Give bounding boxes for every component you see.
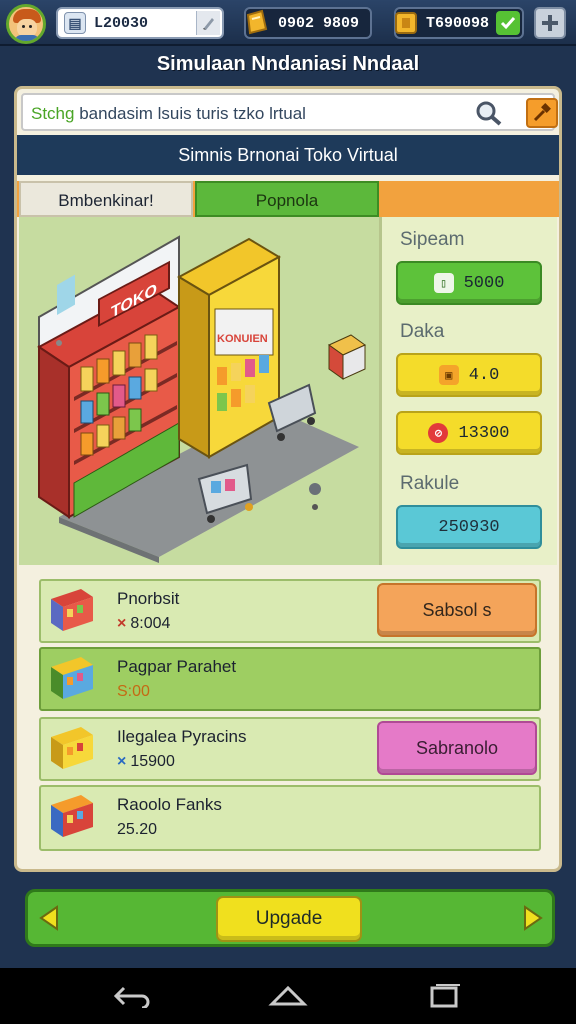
player-avatar[interactable] xyxy=(6,4,46,44)
shop-stall-icon xyxy=(51,589,93,631)
item-name: Ilegalea Pyracins xyxy=(117,727,247,746)
shop-stall-icon xyxy=(51,727,93,769)
side-button-total[interactable]: 250930 xyxy=(396,505,542,549)
gold-bag-icon xyxy=(242,7,270,42)
tab-bar: Bmbenkinar! Popnola xyxy=(17,181,559,217)
side-label-3: Rakule xyxy=(400,473,460,494)
left-arrow-icon[interactable] xyxy=(36,904,62,932)
shop-stall-icon xyxy=(51,657,93,699)
hammer-tool-icon[interactable] xyxy=(526,98,558,128)
box-icon: ▣ xyxy=(438,365,459,385)
check-icon[interactable] xyxy=(496,11,520,35)
search-value: bandasim lsuis turis tzko lrtual xyxy=(74,104,306,123)
item-name: Raoolo Fanks xyxy=(117,795,222,814)
side-button-cost[interactable]: ⊘ 13300 xyxy=(396,411,542,455)
shop-stall-icon xyxy=(51,795,93,837)
no-entry-icon: ⊘ xyxy=(428,423,449,443)
side-label-1: Sipeam xyxy=(400,229,465,250)
search-text: Stchg bandasim lsuis turis tzko lrtual xyxy=(31,104,306,124)
item-action-button[interactable]: Sabsol s xyxy=(377,583,537,637)
side-button-level[interactable]: ▣ 4.0 xyxy=(396,353,542,397)
item-price: × 15900 xyxy=(117,753,175,771)
side-button-cost-value: 13300 xyxy=(458,423,510,443)
side-button-level-value: 4.0 xyxy=(468,365,500,385)
top-status-bar: ▤ L20030 0902 9809 T690098 xyxy=(0,0,576,46)
page-title: Simulaan Nndaniasi Nndaal xyxy=(156,53,420,75)
item-name: Pagpar Parahet xyxy=(117,657,237,676)
side-label-2: Daka xyxy=(400,321,445,342)
name-field[interactable]: ▤ L20030 xyxy=(56,7,224,39)
side-button-money[interactable]: ▯ 5000 xyxy=(396,261,542,305)
tab-second[interactable]: Popnola xyxy=(195,181,379,217)
system-nav-bar xyxy=(0,968,576,1024)
search-prefix: Stchg xyxy=(31,104,75,123)
cash-icon: ▯ xyxy=(433,273,454,293)
price-symbol: × xyxy=(117,615,127,632)
store-subheader: Simnis Brnonai Toko Virtual xyxy=(17,135,559,175)
home-icon[interactable] xyxy=(268,982,308,1010)
search-icon[interactable] xyxy=(475,100,503,126)
back-icon[interactable] xyxy=(112,982,152,1010)
tab-first[interactable]: Bmbenkinar! xyxy=(19,181,193,217)
item-price: S:00 xyxy=(117,683,150,701)
upgrade-button[interactable]: Upgade xyxy=(216,896,362,942)
document-icon: ▤ xyxy=(64,12,86,34)
list-item[interactable]: Pagpar Parahet S:00 xyxy=(39,647,541,711)
store-scene[interactable]: TOKO KONUIEN xyxy=(19,217,379,565)
item-action-button[interactable]: Sabranolo xyxy=(377,721,537,775)
list-item[interactable]: Pnorbsit × 8:004 Sabsol s xyxy=(39,579,541,643)
side-button-money-value: 5000 xyxy=(463,273,505,293)
price-value: 8:004 xyxy=(130,615,171,632)
list-item[interactable]: Raoolo Fanks 25.20 xyxy=(39,785,541,851)
price-value: 25.20 xyxy=(117,821,158,838)
right-arrow-icon[interactable] xyxy=(520,904,546,932)
store-illustration: TOKO KONUIEN xyxy=(37,235,366,563)
price-value: S:00 xyxy=(117,683,150,700)
item-price: × 8:004 xyxy=(117,615,170,633)
plus-icon[interactable] xyxy=(534,7,566,39)
item-price: 25.20 xyxy=(117,821,157,839)
item-name: Pnorbsit xyxy=(117,589,180,608)
price-value: 15900 xyxy=(130,753,175,770)
list-item[interactable]: Ilegalea Pyracins × 15900 Sabranolo xyxy=(39,717,541,781)
name-field-value: L20030 xyxy=(94,14,149,32)
main-panel: Stchg bandasim lsuis turis tzko lrtual S… xyxy=(14,86,562,947)
bottom-action-bar: Upgade xyxy=(25,889,555,947)
stats-side-panel: Sipeam ▯ 5000 Daka ▣ 4.0 ⊘ 13300 Rakule … xyxy=(379,217,557,565)
scene-sign-konuien: KONUIEN xyxy=(217,333,268,345)
gems-value: T690098 xyxy=(426,14,490,32)
side-button-total-value: 250930 xyxy=(438,517,500,537)
price-symbol: × xyxy=(117,753,127,770)
treasure-box-icon xyxy=(394,9,420,42)
edit-pencil-icon[interactable] xyxy=(196,11,220,35)
gems-counter: T690098 xyxy=(394,7,524,39)
coins-value: 0902 9809 xyxy=(278,14,360,32)
search-input[interactable]: Stchg bandasim lsuis turis tzko lrtual xyxy=(21,93,558,131)
coins-counter: 0902 9809 xyxy=(244,7,372,39)
recent-apps-icon[interactable] xyxy=(424,982,464,1010)
